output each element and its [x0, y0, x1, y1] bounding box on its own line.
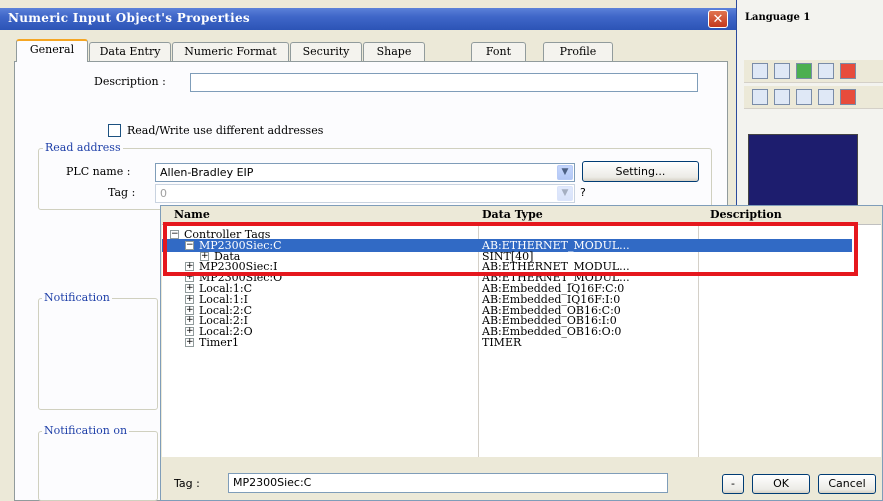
- notification-title: Notification: [42, 291, 112, 304]
- description-input[interactable]: [190, 73, 698, 92]
- toolbar-icon[interactable]: [774, 63, 790, 79]
- language-label: Language 1: [745, 12, 811, 23]
- expand-icon[interactable]: +: [185, 305, 194, 315]
- toolbar-icon[interactable]: [796, 89, 812, 105]
- background-toolbar: [744, 60, 883, 83]
- toolbar-icon[interactable]: [752, 63, 768, 79]
- tab-security[interactable]: Security: [290, 42, 362, 61]
- tag-select[interactable]: 0 ▼: [155, 184, 575, 203]
- expand-icon[interactable]: +: [185, 327, 194, 337]
- tab-profile[interactable]: Profile: [543, 42, 613, 61]
- ok-button[interactable]: OK: [752, 474, 810, 494]
- tab-numeric-format[interactable]: Numeric Format: [172, 42, 289, 61]
- tag-value: 0: [160, 187, 167, 200]
- column-header-data-type[interactable]: Data Type: [482, 208, 543, 221]
- description-label: Description :: [94, 75, 166, 88]
- toolbar-icon[interactable]: [818, 89, 834, 105]
- notification-on-group: [38, 431, 158, 501]
- highlight-box: [163, 222, 858, 276]
- column-header-description[interactable]: Description: [710, 208, 782, 221]
- rw-different-checkbox[interactable]: [108, 124, 121, 137]
- read-address-title: Read address: [43, 141, 123, 154]
- notification-on-title: Notification on: [42, 424, 130, 437]
- background-toolbar: [744, 86, 883, 109]
- browser-tag-label: Tag :: [174, 477, 200, 490]
- expand-icon[interactable]: +: [185, 338, 194, 347]
- notification-group: [38, 298, 158, 410]
- toolbar-icon[interactable]: [774, 89, 790, 105]
- chevron-down-icon[interactable]: ▼: [557, 165, 573, 180]
- question-mark: ?: [580, 186, 586, 199]
- tab-general[interactable]: General: [16, 39, 88, 62]
- dialog-title: Numeric Input Object's Properties: [8, 11, 250, 25]
- tab-font[interactable]: Font: [471, 42, 526, 61]
- tag-tree-row[interactable]: + Timer1 TIMER: [162, 336, 852, 349]
- tag-name: Timer1: [199, 336, 240, 349]
- rw-different-label: Read/Write use different addresses: [127, 124, 324, 137]
- tab-shape[interactable]: Shape: [363, 42, 425, 61]
- toolbar-icon[interactable]: [840, 89, 856, 105]
- plc-name-value: Allen-Bradley EIP: [160, 166, 254, 179]
- tag-data-type: TIMER: [482, 336, 522, 349]
- expand-icon[interactable]: +: [185, 316, 194, 326]
- tag-label: Tag :: [108, 186, 136, 199]
- toolbar-icon[interactable]: [840, 63, 856, 79]
- title-bar[interactable]: Numeric Input Object's Properties ✕: [0, 8, 736, 30]
- expand-icon[interactable]: +: [185, 284, 194, 293]
- chevron-down-icon[interactable]: ▼: [557, 186, 573, 201]
- column-header-name[interactable]: Name: [174, 208, 210, 221]
- minus-button[interactable]: -: [722, 474, 744, 494]
- tab-data-entry[interactable]: Data Entry: [89, 42, 171, 61]
- plc-name-select[interactable]: Allen-Bradley EIP ▼: [155, 163, 575, 182]
- toolbar-icon[interactable]: [818, 63, 834, 79]
- setting-button[interactable]: Setting...: [582, 161, 699, 182]
- cancel-button[interactable]: Cancel: [818, 474, 876, 494]
- toolbar-icon[interactable]: [796, 63, 812, 79]
- close-button[interactable]: ✕: [708, 10, 728, 28]
- plc-name-label: PLC name :: [66, 165, 131, 178]
- expand-icon[interactable]: +: [185, 294, 194, 304]
- toolbar-icon[interactable]: [752, 89, 768, 105]
- browser-tag-field[interactable]: MP2300Siec:C: [228, 473, 668, 493]
